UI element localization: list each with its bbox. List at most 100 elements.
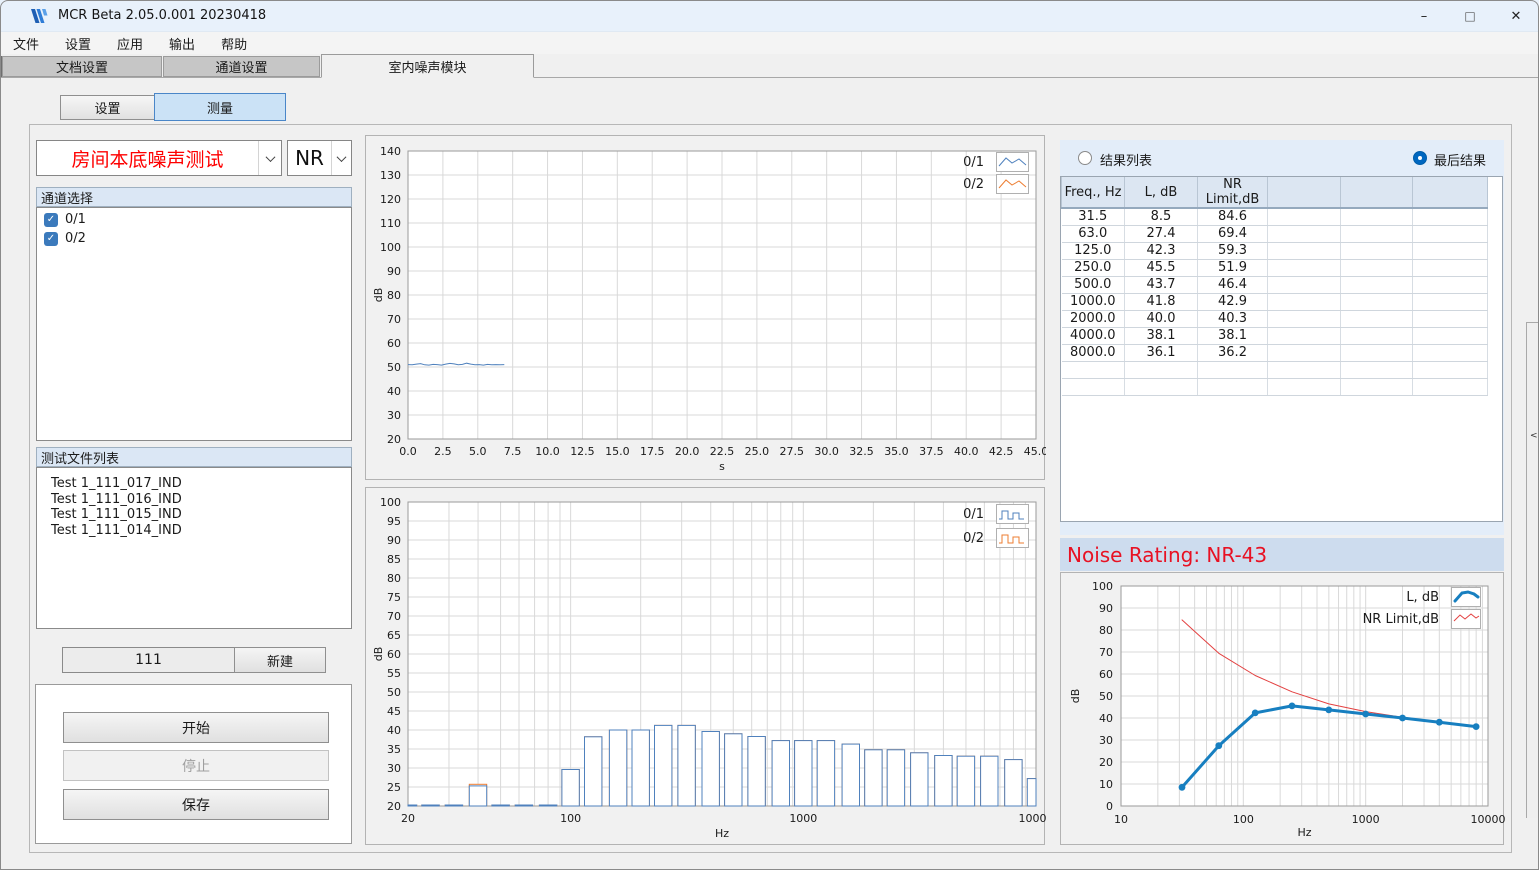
table-cell: [1341, 208, 1413, 225]
table-cell: 36.2: [1198, 344, 1268, 361]
tab-indoor-noise-module[interactable]: 室内噪声模块: [321, 54, 534, 78]
test-file-item[interactable]: Test 1_111_017_IND: [37, 476, 351, 492]
chevron-down-icon[interactable]: [258, 141, 281, 175]
table-cell: 8000.0: [1062, 344, 1125, 361]
collapse-panel-strip[interactable]: <: [1526, 322, 1539, 818]
svg-text:10: 10: [1099, 778, 1113, 791]
table-cell: [1268, 361, 1341, 378]
chevron-down-icon[interactable]: [331, 141, 351, 175]
table-cell: [1268, 208, 1341, 225]
svg-text:12.5: 12.5: [570, 445, 595, 458]
channel-select-header: 通道选择: [36, 187, 352, 207]
result-list-radio[interactable]: [1078, 151, 1092, 165]
measurement-control-group: 开始 停止 保存: [35, 684, 352, 844]
table-cell: 4000.0: [1062, 327, 1125, 344]
test-file-list: Test 1_111_017_INDTest 1_111_016_INDTest…: [36, 467, 352, 629]
column-header: [1413, 177, 1488, 208]
result-list-radio-label[interactable]: 结果列表: [1100, 150, 1152, 169]
menu-settings[interactable]: 设置: [52, 32, 104, 54]
test-file-item[interactable]: Test 1_111_014_IND: [37, 523, 351, 539]
tab-document-settings[interactable]: 文档设置: [2, 56, 162, 77]
svg-text:40: 40: [1099, 712, 1113, 725]
channel-checkbox[interactable]: ✓: [44, 232, 58, 246]
channel-row[interactable]: ✓0/2: [44, 231, 351, 246]
subtab-settings[interactable]: 设置: [60, 95, 155, 120]
table-row: 250.045.551.9: [1062, 259, 1488, 276]
table-cell: [1268, 310, 1341, 327]
test-file-item[interactable]: Test 1_111_015_IND: [37, 507, 351, 523]
table-cell: 59.3: [1198, 242, 1268, 259]
svg-text:80: 80: [1099, 624, 1113, 637]
legend-entry: 0/2: [963, 174, 1029, 194]
menu-output[interactable]: 输出: [156, 32, 208, 54]
menubar: 文件 设置 应用 输出 帮助: [0, 32, 1539, 54]
column-header: NR Limit,dB: [1198, 177, 1268, 208]
titlebar: MCR Beta 2.05.0.001 20230418 – □ ✕: [0, 0, 1539, 32]
svg-text:80: 80: [387, 572, 401, 585]
start-button[interactable]: 开始: [63, 712, 329, 743]
svg-text:1000: 1000: [1352, 813, 1380, 826]
table-cell: 69.4: [1198, 225, 1268, 242]
svg-text:45: 45: [387, 705, 401, 718]
table-cell: 40.3: [1198, 310, 1268, 327]
svg-text:22.5: 22.5: [710, 445, 735, 458]
svg-text:80: 80: [387, 289, 401, 302]
svg-text:100: 100: [1233, 813, 1254, 826]
test-file-item[interactable]: Test 1_111_016_IND: [37, 492, 351, 508]
new-button[interactable]: 新建: [234, 647, 326, 673]
table-cell: 84.6: [1198, 208, 1268, 225]
menu-help[interactable]: 帮助: [208, 32, 260, 54]
spectrum-chart: 2010010001000020253035404550556065707580…: [366, 488, 1046, 846]
table-cell: [1341, 259, 1413, 276]
collapse-arrow-icon[interactable]: <: [1530, 431, 1538, 441]
maximize-button[interactable]: □: [1447, 0, 1493, 32]
noise-rating-banner: Noise Rating: NR-43: [1060, 538, 1504, 571]
thick-line-series-icon: [1451, 587, 1481, 607]
subtab-measure[interactable]: 测量: [154, 93, 286, 121]
svg-text:50: 50: [387, 361, 401, 374]
table-cell: [1268, 242, 1341, 259]
table-cell: 2000.0: [1062, 310, 1125, 327]
save-button[interactable]: 保存: [63, 789, 329, 820]
table-cell: [1125, 361, 1198, 378]
table-cell: 1000.0: [1062, 293, 1125, 310]
table-row: 31.58.584.6: [1062, 208, 1488, 225]
column-header: [1268, 177, 1341, 208]
last-result-radio-label[interactable]: 最后结果: [1434, 150, 1486, 169]
stop-button[interactable]: 停止: [63, 750, 329, 781]
svg-text:15.0: 15.0: [605, 445, 630, 458]
table-cell: [1341, 344, 1413, 361]
table-cell: [1413, 344, 1488, 361]
line-series-icon: [996, 174, 1029, 194]
channel-row[interactable]: ✓0/1: [44, 212, 351, 227]
svg-text:dB: dB: [1069, 689, 1082, 704]
svg-text:40: 40: [387, 724, 401, 737]
test-type-combobox[interactable]: 房间本底噪声测试: [36, 140, 282, 176]
file-name-input[interactable]: 111: [62, 647, 235, 673]
legend-label: 0/2: [963, 531, 984, 546]
table-cell: [1413, 242, 1488, 259]
table-row: 500.043.746.4: [1062, 276, 1488, 293]
table-cell: [1268, 259, 1341, 276]
minimize-button[interactable]: –: [1401, 0, 1447, 32]
last-result-radio[interactable]: [1413, 151, 1427, 165]
legend-label: L, dB: [1406, 590, 1439, 605]
menu-file[interactable]: 文件: [0, 32, 52, 54]
table-row: [1062, 378, 1488, 395]
channel-list: ✓0/1 ✓0/2: [36, 207, 352, 441]
close-button[interactable]: ✕: [1493, 0, 1539, 32]
rating-standard-combobox[interactable]: NR: [287, 140, 352, 176]
window-controls: – □ ✕: [1401, 0, 1539, 32]
table-cell: [1341, 293, 1413, 310]
svg-text:55: 55: [387, 667, 401, 680]
svg-text:50: 50: [387, 686, 401, 699]
table-cell: 8.5: [1125, 208, 1198, 225]
svg-text:75: 75: [387, 591, 401, 604]
table-cell: [1062, 378, 1125, 395]
column-header: [1341, 177, 1413, 208]
tab-channel-settings[interactable]: 通道设置: [163, 56, 320, 77]
legend-label: 0/1: [963, 155, 984, 170]
test-type-value: 房间本底噪声测试: [37, 141, 258, 175]
channel-checkbox[interactable]: ✓: [44, 213, 58, 227]
menu-application[interactable]: 应用: [104, 32, 156, 54]
